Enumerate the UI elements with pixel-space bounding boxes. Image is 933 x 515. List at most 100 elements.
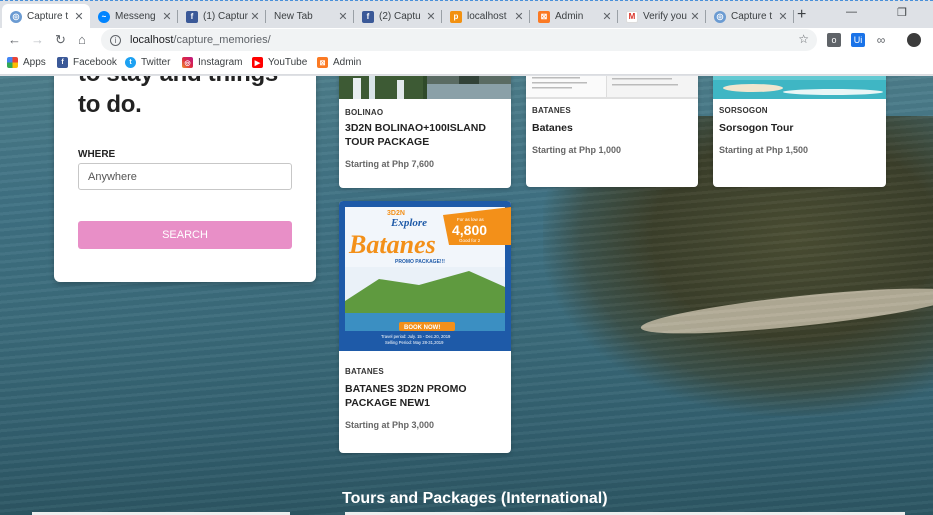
where-input[interactable] <box>78 163 292 190</box>
capture-icon: ◎ <box>10 10 22 23</box>
tab-bar: ◎ Capture t ✕ ~ Messeng ✕ f (1) Captur ✕… <box>0 0 933 29</box>
bookmark-label: YouTube <box>268 57 308 68</box>
messenger-icon: ~ <box>98 10 110 23</box>
pma-icon: p <box>450 10 462 23</box>
card-region: BATANES <box>345 367 384 376</box>
bookmark-youtube[interactable]: ▶ YouTube <box>252 57 307 68</box>
batanes-promo-poster-image: 3D2N Explore Batanes PROMO PACKAGE!!! Fo… <box>339 201 511 351</box>
avatar[interactable] <box>907 33 921 47</box>
close-icon[interactable]: ✕ <box>336 10 350 23</box>
home-icon[interactable]: ⌂ <box>78 32 86 47</box>
tab-messenger[interactable]: ~ Messeng ✕ <box>90 4 178 29</box>
card-region: SORSOGON <box>719 106 768 115</box>
card-title[interactable]: Batanes <box>532 121 692 135</box>
search-card: to stay and things to do. WHERE SEARCH <box>54 76 316 282</box>
tab-facebook-2[interactable]: f (2) Captu ✕ <box>354 4 442 29</box>
package-card-sorsogon[interactable]: SORSOGON Sorsogon Tour Starting at Php 1… <box>713 76 886 187</box>
promo-tag-text: 3D2N <box>387 210 405 217</box>
facebook-icon: f <box>186 10 198 23</box>
bookmark-twitter[interactable]: t Twitter <box>125 57 170 68</box>
browser-toolbar: ← → ↻ ⌂ i localhost/capture_memories/ ☆ … <box>0 28 933 54</box>
url-text: localhost/capture_memories/ <box>130 34 271 46</box>
xampp-icon: ⊠ <box>538 10 550 23</box>
close-icon[interactable]: ✕ <box>600 10 614 23</box>
package-card-bolinao[interactable]: BOLINAO 3D2N BOLINAO+100ISLAND TOUR PACK… <box>339 76 511 188</box>
search-button[interactable]: SEARCH <box>78 221 292 249</box>
infinity-extension-icon[interactable]: ∞ <box>874 33 888 47</box>
bookmark-star-icon[interactable]: ☆ <box>798 32 809 46</box>
close-icon[interactable]: ✕ <box>512 10 526 23</box>
section-title-international: Tours and Packages (International) <box>342 490 608 507</box>
address-bar[interactable]: i localhost/capture_memories/ ☆ <box>101 29 817 51</box>
tab-title: localhost <box>467 11 507 22</box>
close-icon[interactable]: ✕ <box>160 10 174 23</box>
new-tab-plus-icon[interactable]: + <box>797 6 806 24</box>
hero-heading-line-2: to do. <box>78 91 142 118</box>
tab-title: (1) Captur <box>203 11 248 22</box>
reload-icon[interactable]: ↻ <box>55 32 66 48</box>
hero-heading-line-1: to stay and things <box>78 76 278 88</box>
tab-phpmyadmin[interactable]: p localhost ✕ <box>442 4 530 29</box>
bolinao-thumbnail-image <box>339 76 511 99</box>
bookmark-apps[interactable]: Apps <box>7 57 46 68</box>
instagram-icon: ◎ <box>182 57 193 68</box>
package-card-batanes[interactable]: BATANES Batanes Starting at Php 1,000 <box>526 76 698 187</box>
close-icon[interactable]: ✕ <box>688 10 702 23</box>
card-title[interactable]: Sorsogon Tour <box>719 121 879 135</box>
promo-book-now-text: BOOK NOW! <box>404 325 440 331</box>
tab-facebook-1[interactable]: f (1) Captur ✕ <box>178 4 266 29</box>
info-icon[interactable]: i <box>110 34 121 46</box>
promo-price-suffix-text: Good for 2 <box>459 238 481 243</box>
tab-gmail[interactable]: M Verify you ✕ <box>618 4 706 29</box>
sorsogon-thumbnail-image <box>713 76 886 99</box>
card-title[interactable]: 3D2N BOLINAO+100ISLAND TOUR PACKAGE <box>345 121 505 149</box>
bookmark-label: Apps <box>23 57 46 68</box>
facebook-icon: f <box>57 57 68 68</box>
where-label: WHERE <box>78 149 116 160</box>
page-viewport: to stay and things to do. WHERE SEARCH B… <box>0 76 933 515</box>
extension-icon[interactable]: o <box>827 33 841 47</box>
tab-title: Admin <box>555 11 584 22</box>
xampp-icon: ⊠ <box>317 57 328 68</box>
package-card-batanes-promo[interactable]: 3D2N Explore Batanes PROMO PACKAGE!!! Fo… <box>339 201 511 453</box>
restore-icon[interactable]: ❐ <box>897 6 907 19</box>
bookmark-instagram[interactable]: ◎ Instagram <box>182 57 242 68</box>
back-arrow-icon[interactable]: ← <box>8 32 21 47</box>
bookmark-admin[interactable]: ⊠ Admin <box>317 57 361 68</box>
forward-arrow-icon[interactable]: → <box>31 32 44 47</box>
tab-title: Capture t <box>27 11 69 22</box>
promo-price-text: 4,800 <box>452 222 487 238</box>
gmail-icon: M <box>626 10 638 23</box>
uipath-extension-icon[interactable]: Ui <box>851 33 865 47</box>
promo-travel-period-text: Travel period: July. 15 - Dec.20, 2019 <box>381 334 451 339</box>
twitter-icon: t <box>125 57 136 68</box>
close-icon[interactable]: ✕ <box>776 10 790 23</box>
apps-grid-icon <box>7 57 18 68</box>
close-icon[interactable]: ✕ <box>424 10 438 23</box>
close-icon[interactable]: ✕ <box>72 10 86 23</box>
bookmark-facebook[interactable]: f Facebook <box>57 57 117 68</box>
bookmark-label: Admin <box>333 57 362 68</box>
capture-icon: ◎ <box>714 10 726 23</box>
tab-title: Messeng <box>115 11 156 22</box>
promo-name-text: Batanes <box>348 230 436 259</box>
bookmark-label: Instagram <box>198 57 243 68</box>
url-path: /capture_memories/ <box>173 34 271 46</box>
tab-new-tab[interactable]: New Tab ✕ <box>266 4 354 29</box>
close-icon[interactable]: ✕ <box>248 10 262 23</box>
tab-admin[interactable]: ⊠ Admin ✕ <box>530 4 618 29</box>
youtube-icon: ▶ <box>252 57 263 68</box>
promo-selling-period-text: Selling Period: May 28-31,2019 <box>385 340 444 345</box>
bookmark-label: Facebook <box>73 57 117 68</box>
tab-capture-memories-2[interactable]: ◎ Capture t ✕ <box>706 4 794 29</box>
card-price: Starting at Php 3,000 <box>345 420 435 430</box>
tab-title: Verify you <box>643 11 687 22</box>
card-price: Starting at Php 1,000 <box>532 145 622 155</box>
card-title[interactable]: BATANES 3D2N PROMO PACKAGE NEW1 <box>345 382 505 410</box>
facebook-icon: f <box>362 10 374 23</box>
minimize-icon[interactable]: — <box>846 6 857 18</box>
card-region: BOLINAO <box>345 108 384 117</box>
bookmarks-bar: Apps f Facebook t Twitter ◎ Instagram ▶ … <box>0 54 933 75</box>
tab-capture-memories[interactable]: ◎ Capture t ✕ <box>2 4 90 29</box>
batanes-thumbnail-image <box>526 76 698 99</box>
